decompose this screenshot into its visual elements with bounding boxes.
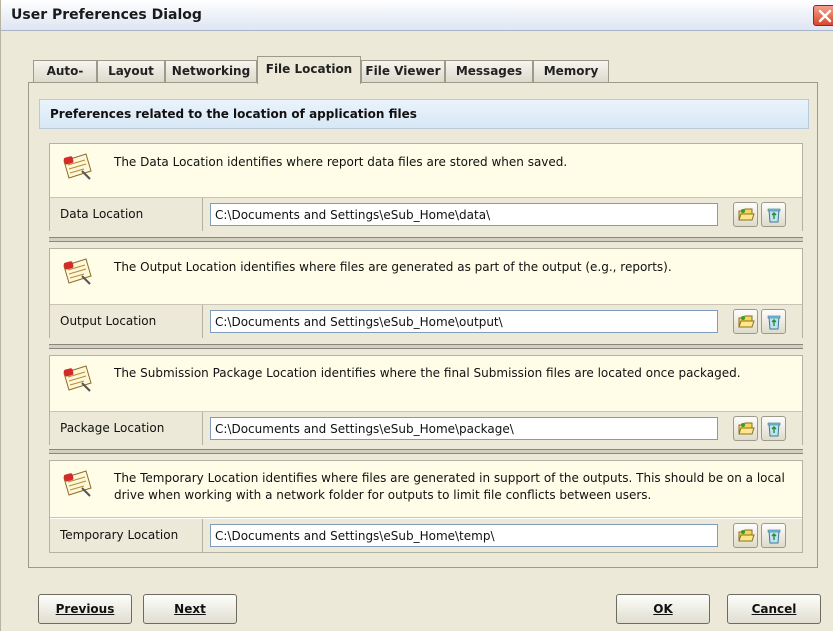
cancel-button[interactable]: Cancel [727,594,821,624]
output-location-info: The Output Location identifies where fil… [50,249,802,305]
tab-memory[interactable]: Memory [533,60,609,83]
preferences-dialog: User Preferences Dialog Auto-Save Layout… [0,0,833,631]
browse-temporary-location-button[interactable] [733,523,758,548]
close-icon [818,9,832,23]
note-pad-icon [63,470,92,497]
clear-data-location-button[interactable] [761,202,786,227]
info-text: The Temporary Location identifies where … [114,471,785,502]
info-text: The Data Location identifies where repor… [114,155,568,169]
field-label: Temporary Location [50,519,203,552]
package-location-input[interactable] [210,417,718,440]
clear-temporary-location-button[interactable] [761,523,786,548]
note-pad-icon [63,365,92,392]
clear-package-location-button[interactable] [761,416,786,441]
recycle-bin-icon [767,529,781,544]
tab-file-location[interactable]: File Location [257,56,361,84]
close-button[interactable] [813,5,833,26]
title-bar: User Preferences Dialog [1,0,833,31]
temporary-location-row: Temporary Location [50,519,802,552]
browse-output-location-button[interactable] [733,309,758,334]
next-button[interactable]: Next [143,594,237,624]
open-folder-icon [738,208,755,221]
temporary-location-input[interactable] [210,524,718,547]
temporary-location-info: The Temporary Location identifies where … [50,461,802,518]
tab-file-viewer[interactable]: File Viewer [361,60,445,83]
info-text: The Submission Package Location identifi… [114,366,741,380]
info-text: The Output Location identifies where fil… [114,260,672,274]
tab-networking[interactable]: Networking [165,60,257,83]
open-folder-icon [738,529,755,542]
package-location-info: The Submission Package Location identifi… [50,356,802,412]
recycle-bin-icon [767,208,781,223]
output-location-input[interactable] [210,310,718,333]
tab-auto-save[interactable]: Auto-Save [33,60,97,99]
previous-button[interactable]: Previous [38,594,132,624]
output-location-section: The Output Location identifies where fil… [49,248,803,338]
field-label: Data Location [50,198,203,231]
data-location-input[interactable] [210,203,718,226]
package-location-row: Package Location [50,412,802,445]
tab-layout[interactable]: Layout [97,60,165,83]
section-divider [49,344,803,349]
browse-package-location-button[interactable] [733,416,758,441]
open-folder-icon [738,422,755,435]
data-location-section: The Data Location identifies where repor… [49,143,803,231]
clear-output-location-button[interactable] [761,309,786,334]
recycle-bin-icon [767,315,781,330]
panel-header: Preferences related to the location of a… [39,99,809,129]
temporary-location-section: The Temporary Location identifies where … [49,460,803,553]
window-title: User Preferences Dialog [11,7,202,23]
field-label: Output Location [50,305,203,338]
data-location-info: The Data Location identifies where repor… [50,144,802,198]
note-pad-icon [63,153,92,180]
data-location-row: Data Location [50,198,802,231]
browse-data-location-button[interactable] [733,202,758,227]
file-location-panel: Preferences related to the location of a… [28,82,818,568]
note-pad-icon [63,258,92,285]
recycle-bin-icon [767,422,781,437]
package-location-section: The Submission Package Location identifi… [49,355,803,445]
output-location-row: Output Location [50,305,802,338]
tab-messages[interactable]: Messages [445,60,533,83]
section-divider [49,449,803,454]
open-folder-icon [738,315,755,328]
section-divider [49,237,803,242]
field-label: Package Location [50,412,203,445]
ok-button[interactable]: OK [616,594,710,624]
